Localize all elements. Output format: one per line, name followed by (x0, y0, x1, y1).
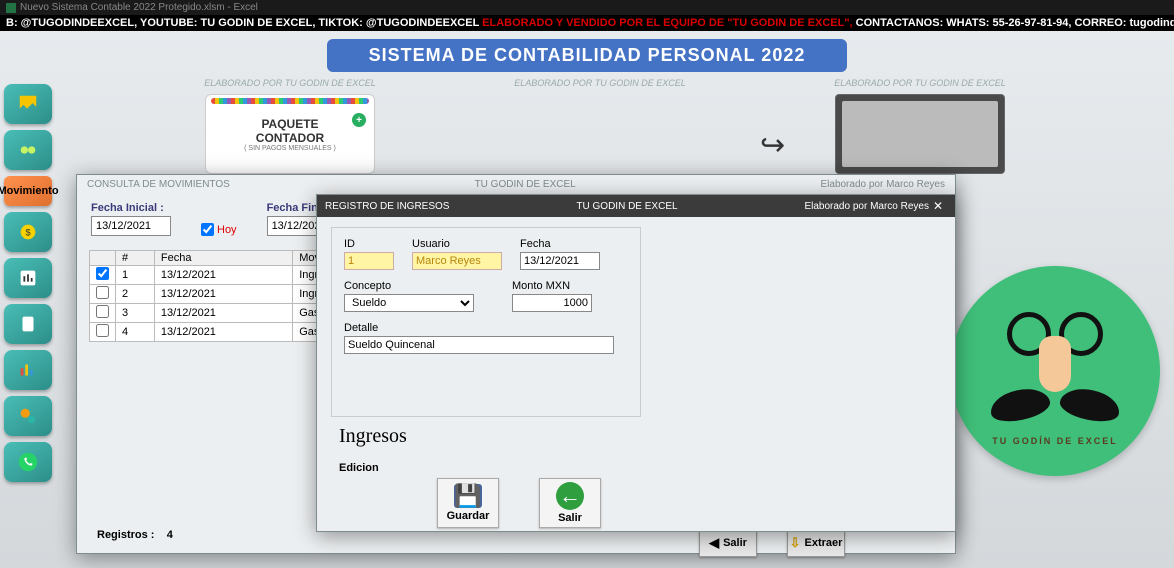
salir-button[interactable]: ← Salir (539, 478, 601, 528)
main-banner: SISTEMA DE CONTABILIDAD PERSONAL 2022 (327, 39, 847, 72)
row-fecha: 13/12/2021 (154, 266, 292, 285)
exit-icon: ← (556, 482, 584, 510)
hoy-label: Hoy (217, 224, 237, 236)
row-check[interactable] (96, 267, 109, 280)
edicion-label: Edicion (339, 462, 955, 474)
consulta-extraer-button[interactable]: ⇩ Extraer (787, 529, 845, 557)
watermark-text: ELABORADO POR TU GODIN DE EXCEL (800, 78, 1040, 88)
promo-suffix: CONTACTANOS: WHATS: 55-26-97-81-94, CORR… (856, 17, 1174, 29)
back-icon: ◀ (709, 535, 719, 551)
col-fecha: Fecha (154, 251, 292, 266)
row-num: 1 (116, 266, 155, 285)
ingreso-titlebar: REGISTRO DE INGRESOS TU GODIN DE EXCEL E… (317, 195, 955, 217)
share-arrow-icon: ↪ (760, 128, 785, 163)
movimiento-label: Movimiento (0, 185, 59, 197)
guardar-button[interactable]: 💾 Guardar (437, 478, 499, 528)
sidebar: Movimiento $ (0, 84, 52, 482)
row-fecha: 13/12/2021 (154, 323, 292, 342)
row-num: 2 (116, 285, 155, 304)
screenshot-card[interactable] (835, 94, 1005, 174)
salir-label: Salir (558, 512, 582, 524)
detalle-label: Detalle (344, 322, 614, 334)
sidebar-money[interactable] (4, 130, 52, 170)
guardar-label: Guardar (447, 510, 490, 522)
consulta-salir-button[interactable]: ◀ Salir (699, 529, 757, 557)
id-input[interactable] (344, 252, 394, 270)
hoy-checkbox[interactable]: Hoy (201, 223, 237, 236)
registros-value: 4 (167, 529, 173, 541)
consulta-title: CONSULTA DE MOVIMIENTOS (87, 179, 230, 190)
hoy-check[interactable] (201, 223, 214, 236)
row-fecha: 13/12/2021 (154, 285, 292, 304)
id-label: ID (344, 238, 394, 250)
watermark-text: ELABORADO POR TU GODIN DE EXCEL (170, 78, 410, 88)
fecha-inicial-label: Fecha Inicial : (91, 202, 171, 214)
row-num: 3 (116, 304, 155, 323)
row-num: 4 (116, 323, 155, 342)
close-icon[interactable]: ✕ (929, 199, 947, 213)
paquete-subtitle: CONTADOR (256, 131, 324, 145)
sidebar-gears[interactable] (4, 396, 52, 436)
usuario-input[interactable] (412, 252, 502, 270)
row-check[interactable] (96, 286, 109, 299)
consulta-brand: TU GODIN DE EXCEL (475, 179, 576, 190)
row-fecha: 13/12/2021 (154, 304, 292, 323)
promo-prefix: B: @TUGODINDEEXCEL, YOUTUBE: TU GODIN DE… (6, 17, 482, 29)
sidebar-clipboard[interactable] (4, 304, 52, 344)
consulta-credit: Elaborado por Marco Reyes (820, 179, 945, 190)
col-check (90, 251, 116, 266)
ingreso-title: REGISTRO DE INGRESOS (325, 201, 526, 212)
monto-label: Monto MXN (512, 280, 592, 292)
app-title: Nuevo Sistema Contable 2022 Protegido.xl… (20, 2, 258, 13)
ingreso-brand: TU GODIN DE EXCEL (526, 201, 727, 212)
usuario-label: Usuario (412, 238, 502, 250)
consulta-extraer-label: Extraer (804, 537, 842, 549)
logo-caption: TU GODÍN DE EXCEL (950, 436, 1160, 446)
col-num: # (116, 251, 155, 266)
sidebar-bars[interactable] (4, 350, 52, 390)
concepto-label: Concepto (344, 280, 474, 292)
detalle-input[interactable] (344, 336, 614, 354)
row-check[interactable] (96, 305, 109, 318)
promo-bar: B: @TUGODINDEEXCEL, YOUTUBE: TU GODIN DE… (0, 15, 1174, 31)
ingreso-form: ID Usuario Fecha Concepto Sueldo Monto M… (331, 227, 641, 417)
save-icon: 💾 (454, 484, 482, 508)
sidebar-report[interactable] (4, 258, 52, 298)
sidebar-movimiento[interactable]: Movimiento (4, 176, 52, 206)
ingreso-credit: Elaborado por Marco Reyes (728, 201, 929, 212)
row-check[interactable] (96, 324, 109, 337)
watermark-text: ELABORADO POR TU GODIN DE EXCEL (480, 78, 720, 88)
sidebar-whatsapp[interactable] (4, 442, 52, 482)
registros-label: Registros : (97, 529, 154, 541)
promo-highlight: ELABORADO Y VENDIDO POR EL EQUIPO DE "TU… (482, 17, 852, 29)
monto-input[interactable] (512, 294, 592, 312)
extract-icon: ⇩ (790, 535, 801, 551)
section-title: Ingresos (339, 425, 955, 448)
logo-face-2: TU GODÍN DE EXCEL (950, 266, 1160, 476)
paquete-title: PAQUETE (261, 117, 318, 131)
paquete-note: ( SIN PAGOS MENSUALES ) (244, 145, 336, 152)
svg-text:$: $ (25, 228, 30, 238)
concepto-select[interactable]: Sueldo (344, 294, 474, 312)
excel-icon (6, 3, 16, 13)
sidebar-chart-up[interactable] (4, 84, 52, 124)
plus-icon: + (352, 113, 366, 127)
paquete-card[interactable]: + PAQUETE CONTADOR ( SIN PAGOS MENSUALES… (205, 94, 375, 174)
fecha-label: Fecha (520, 238, 600, 250)
ingreso-window: REGISTRO DE INGRESOS TU GODIN DE EXCEL E… (316, 194, 956, 532)
fecha-input[interactable] (520, 252, 600, 270)
fecha-inicial-input[interactable] (91, 216, 171, 236)
sidebar-coins[interactable]: $ (4, 212, 52, 252)
excel-titlebar: Nuevo Sistema Contable 2022 Protegido.xl… (0, 0, 1174, 15)
consulta-salir-label: Salir (723, 537, 747, 549)
